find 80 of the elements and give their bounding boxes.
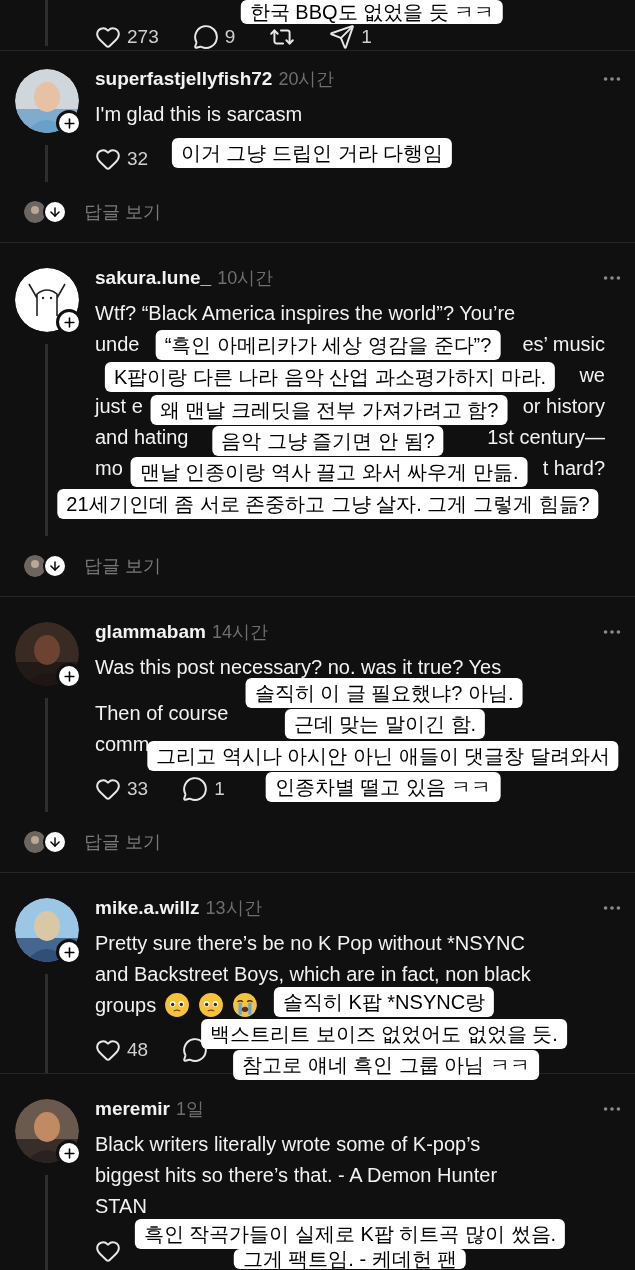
comment-icon[interactable] [182, 1037, 209, 1063]
arrow-down-icon[interactable] [48, 559, 62, 573]
comment-text: mo [95, 455, 123, 481]
comment-text: STAN [95, 1193, 147, 1219]
view-replies-link[interactable]: 답글 보기 [84, 828, 161, 856]
caption-overlay: 인종차별 떨고 있음 ㅋㅋ [265, 772, 501, 802]
timestamp: 20시간 [278, 67, 335, 91]
plus-icon[interactable] [61, 314, 77, 330]
comment-text: Black writers literally wrote some of K-pop’s [95, 1131, 481, 1157]
pleading-face-icon [164, 991, 191, 1018]
caption-overlay: 왜 맨날 크레딧을 전부 가져가려고 함? [150, 395, 508, 425]
plus-icon[interactable] [61, 668, 77, 684]
username[interactable]: glammabam [95, 617, 206, 647]
heart-icon[interactable] [95, 1238, 121, 1264]
comment-text: Was this post necessary? no. was it true? Yes [95, 654, 502, 680]
caption-overlay: 솔직히 이 글 필요했냐? 아님. [245, 678, 523, 708]
caption-overlay: 흑인 작곡가들이 실제로 K팝 히트곡 많이 썼음. [134, 1219, 566, 1249]
timestamp: 14시간 [211, 620, 268, 644]
comment-text: and Backstreet Boys, which are in fact, non black [95, 961, 531, 987]
caption-overlay: 그리고 역시나 아시안 아닌 애들이 댓글창 달려와서 [147, 741, 619, 771]
comment-text: biggest hits so there’s that. - A Demon Hunter [95, 1162, 498, 1188]
comment-text: we [579, 362, 605, 388]
caption-overlay: 그게 팩트임. - 케데헌 팬 [233, 1249, 467, 1269]
count: 1 [214, 776, 225, 801]
heart-icon[interactable] [95, 776, 121, 802]
plus-icon[interactable] [61, 1145, 77, 1161]
heart-icon[interactable] [95, 1037, 121, 1063]
comment-text: t hard? [542, 455, 605, 481]
view-replies-link[interactable]: 답글 보기 [84, 198, 161, 226]
plus-icon[interactable] [61, 944, 77, 960]
caption-overlay: 근데 맞는 말이긴 함. [284, 709, 486, 739]
caption-overlay: 한국 BBQ도 없었을 듯 ㅋㅋ [240, 0, 504, 24]
caption-overlay: “흑인 아메리카가 세상 영감을 준다”? [155, 330, 501, 360]
caption-overlay: 솔직히 K팝 *NSYNC랑 [273, 987, 495, 1017]
caption-overlay: 맨날 인종이랑 역사 끌고 와서 싸우게 만듦. [130, 457, 528, 487]
comment-text: Then of course [95, 700, 229, 726]
arrow-down-icon[interactable] [48, 835, 62, 849]
comment-text: comm [95, 731, 150, 757]
arrow-down-icon[interactable] [48, 205, 62, 219]
count: 32 [127, 146, 149, 171]
timestamp: 1일 [176, 1097, 204, 1121]
username[interactable]: mike.a.willz [95, 893, 200, 923]
comment-icon[interactable] [182, 776, 209, 802]
expand-replies-button[interactable] [43, 554, 67, 578]
pleading-face-icon [198, 991, 225, 1018]
caption-overlay: 백스트리트 보이즈 없었어도 없었을 듯. [201, 1019, 567, 1049]
timestamp: 13시간 [205, 896, 262, 920]
crying-face-icon [232, 991, 259, 1018]
count: 273 [127, 24, 159, 49]
count: 9 [224, 24, 236, 49]
count: 48 [127, 1037, 149, 1062]
send-icon[interactable] [329, 24, 356, 50]
heart-icon[interactable] [95, 146, 121, 172]
username[interactable]: meremir [95, 1094, 170, 1124]
comment-text: Wtf? “Black America inspires the world”? You’re [95, 300, 516, 326]
comment-text: or history [522, 393, 605, 419]
comment-text: and hating [95, 424, 189, 450]
comment-icon[interactable] [192, 24, 219, 50]
caption-overlay: 21세기인데 좀 서로 존중하고 그냥 살자. 그게 그렇게 힘듦? [57, 489, 599, 519]
comment-text: Pretty sure there’s be no K Pop without *NSYNC [95, 930, 525, 956]
caption-overlay: 이거 그냥 드립인 거라 다행임 [171, 138, 453, 168]
caption-overlay: K팝이랑 다른 나라 음악 산업 과소평가하지 마라. [104, 362, 556, 392]
comment-text: unde [95, 331, 140, 357]
plus-icon[interactable] [61, 115, 77, 131]
comment-text: 1st century— [487, 424, 605, 450]
comment-text: groups [95, 992, 157, 1018]
count: 33 [127, 776, 149, 801]
username[interactable]: superfastjellyfish72 [95, 64, 273, 94]
view-replies-link[interactable]: 답글 보기 [84, 552, 161, 580]
caption-overlay: 음악 그냥 즐기면 안 됨? [212, 426, 444, 456]
username[interactable]: sakura.lune_ [95, 263, 212, 293]
timestamp: 10시간 [217, 266, 274, 290]
count: 1 [361, 24, 372, 49]
heart-icon[interactable] [95, 24, 121, 50]
comment-text: just e [95, 393, 143, 419]
comment-text: I'm glad this is sarcasm [95, 101, 303, 127]
expand-replies-button[interactable] [43, 200, 67, 224]
comment-text: es’ music [522, 331, 605, 357]
expand-replies-button[interactable] [43, 830, 67, 854]
caption-overlay: 참고로 얘네 흑인 그룹 아님 ㅋㅋ [233, 1050, 539, 1080]
